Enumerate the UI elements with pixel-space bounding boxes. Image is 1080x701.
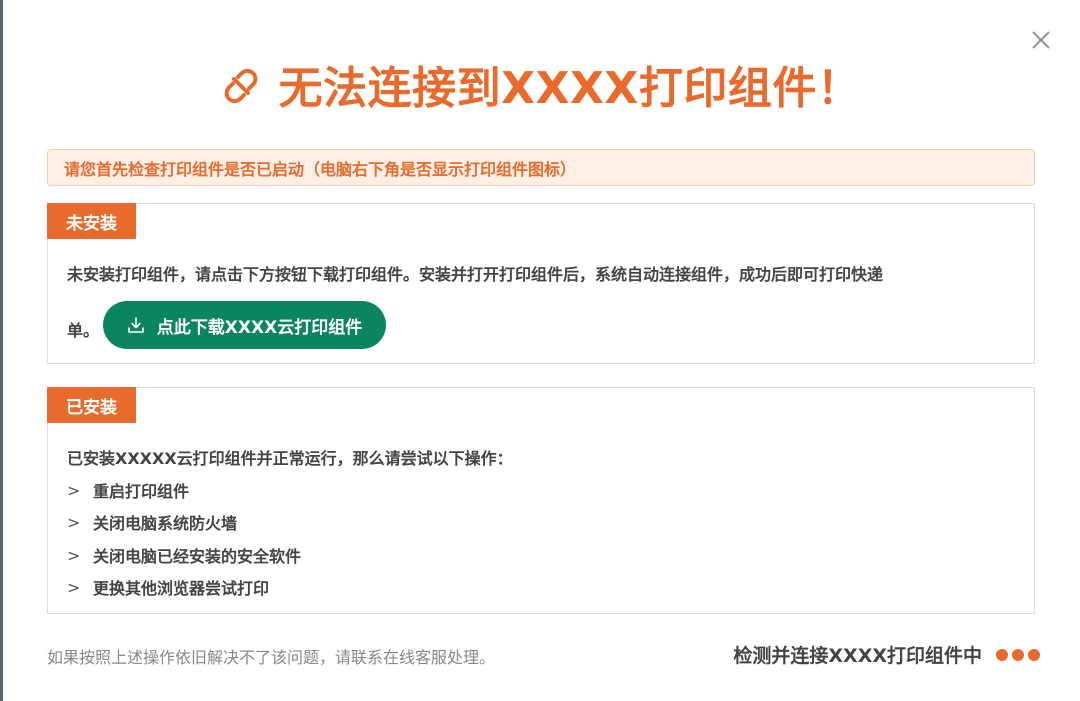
connection-status: 检测并连接XXXX打印组件中 [733, 641, 1040, 668]
notice-text: 请您首先检查打印组件是否已启动（电脑右下角是否显示打印组件图标） [64, 159, 577, 179]
dialog-title: 无法连接到XXXX打印组件！ [278, 63, 862, 114]
loading-dot-icon [1028, 648, 1040, 661]
close-icon[interactable] [1028, 27, 1054, 53]
not-installed-instructions-end: 单。 [67, 321, 100, 340]
not-installed-tag: 未安装 [47, 203, 136, 239]
list-item: > 关闭电脑系统防火墙 [67, 510, 237, 534]
not-installed-instructions: 未安装打印组件，请点击下方按钮下载打印组件。安装并打开打印组件后，系统自动连接组… [67, 265, 884, 284]
loading-dot-icon [1012, 648, 1024, 661]
list-item: > 更换其他浏览器尝试打印 [67, 575, 269, 599]
download-component-button[interactable]: 点此下载XXXX云打印组件 [103, 301, 386, 349]
step-label: 重启打印组件 [93, 482, 190, 501]
not-installed-panel: 未安装 未安装打印组件，请点击下方按钮下载打印组件。安装并打开打印组件后，系统自… [47, 203, 1035, 364]
list-item: > 关闭电脑已经安装的安全软件 [67, 543, 301, 567]
broken-link-icon [224, 68, 257, 104]
installed-intro: 已安装XXXXX云打印组件并正常运行，那么请尝试以下操作： [67, 449, 513, 468]
step-label: 关闭电脑已经安装的安全软件 [93, 547, 302, 566]
download-icon [127, 317, 144, 333]
chevron-right-icon: > [67, 545, 81, 565]
chevron-right-icon: > [67, 512, 81, 532]
chevron-right-icon: > [67, 480, 81, 500]
chevron-right-icon: > [67, 577, 81, 597]
installed-tag: 已安装 [47, 387, 136, 423]
notice-banner: 请您首先检查打印组件是否已启动（电脑右下角是否显示打印组件图标） [47, 149, 1035, 186]
step-label: 关闭电脑系统防火墙 [93, 514, 238, 533]
step-label: 更换其他浏览器尝试打印 [93, 579, 270, 598]
installed-panel: 已安装 已安装XXXXX云打印组件并正常运行，那么请尝试以下操作： > 重启打印… [47, 387, 1035, 614]
footer-note: 如果按照上述操作依旧解决不了该问题，请联系在线客服处理。 [47, 648, 496, 667]
loading-dot-icon [996, 648, 1008, 661]
connection-status-text: 检测并连接XXXX打印组件中 [733, 645, 982, 667]
list-item: > 重启打印组件 [67, 478, 189, 502]
download-button-label: 点此下载XXXX云打印组件 [156, 317, 363, 338]
dialog-title-row: 无法连接到XXXX打印组件！ [0, 52, 1080, 116]
